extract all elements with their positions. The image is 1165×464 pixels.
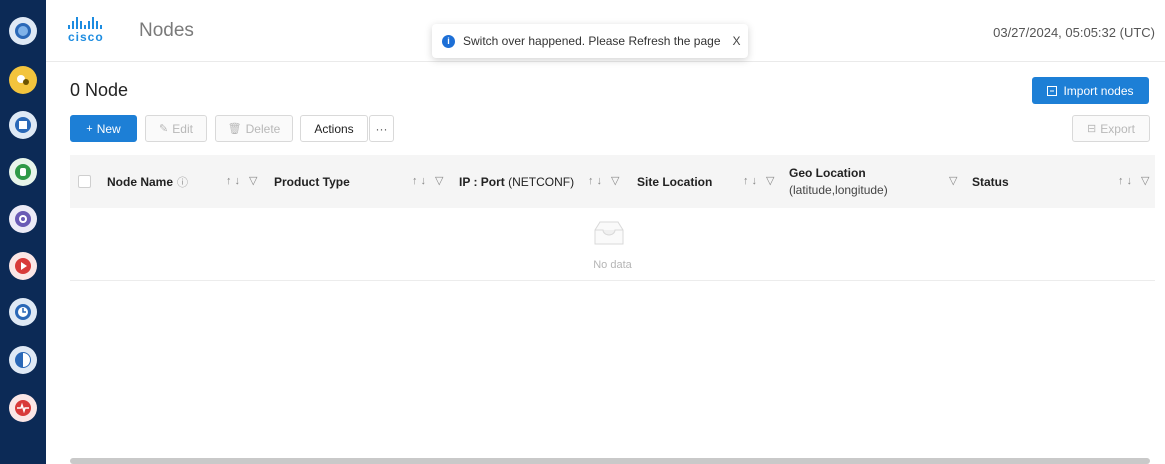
toast-message: Switch over happened. Please Refresh the… (463, 34, 721, 48)
import-nodes-button[interactable]: Import nodes (1032, 77, 1149, 104)
database-icon[interactable] (9, 158, 37, 186)
no-data-text: No data (593, 259, 632, 271)
column-ip-port: IP : Port (NETCONF) (459, 155, 574, 208)
site-location-header: Site Location (637, 174, 713, 189)
geo-location-filter-icon[interactable]: ▽ (949, 174, 960, 187)
node-name-header: Node Name (107, 174, 174, 189)
tools-icon[interactable] (9, 66, 37, 94)
new-button[interactable]: + New (70, 115, 137, 142)
column-node-name: Node Name ⓘ (107, 155, 188, 208)
actions-button[interactable]: Actions (300, 115, 368, 142)
toast-close-button[interactable]: X (733, 34, 741, 48)
cisco-logo-bars (68, 15, 122, 29)
globe-icon[interactable] (9, 17, 37, 45)
storage-icon[interactable] (9, 111, 37, 139)
search-gear-icon[interactable] (9, 205, 37, 233)
datetime-display: 03/27/2024, 05:05:32 (UTC) (993, 25, 1155, 40)
status-header: Status (972, 174, 1009, 189)
export-label: Export (1100, 121, 1135, 136)
more-button[interactable]: ··· (369, 115, 394, 142)
new-label: New (96, 121, 121, 136)
import-icon (1047, 85, 1058, 96)
geo-location-header: Geo Location (789, 166, 866, 180)
edit-button[interactable]: ✎ Edit (145, 115, 207, 142)
export-button[interactable]: ⊟ Export (1072, 115, 1150, 142)
export-icon: ⊟ (1087, 123, 1097, 135)
product-type-header: Product Type (274, 174, 350, 189)
horizontal-scrollbar[interactable] (70, 458, 1150, 464)
node-name-sort-filter-icon[interactable]: ↑↓ ▽ (226, 174, 261, 187)
ip-port-header: IP : Port (459, 174, 505, 189)
plus-icon: + (86, 122, 93, 135)
trash-icon: 🗑 (227, 123, 242, 135)
edit-label: Edit (172, 121, 193, 136)
clock-icon[interactable] (9, 298, 37, 326)
cisco-logo: cisco (68, 15, 122, 45)
nav-rail (0, 0, 46, 464)
info-icon: i (442, 34, 455, 48)
product-type-sort-filter-icon[interactable]: ↑↓ ▽ (412, 174, 447, 187)
ip-port-sort-filter-icon[interactable]: ↑↓ ▽ (588, 174, 623, 187)
geo-location-subheader: (latitude,longitude) (789, 183, 888, 197)
delete-label: Delete (245, 121, 281, 136)
empty-inbox-icon (594, 221, 624, 245)
page-title: Nodes (139, 20, 194, 41)
node-count: 0 Node (70, 80, 129, 100)
compass-icon[interactable] (9, 346, 37, 374)
table-empty-state: No data (70, 208, 1155, 281)
select-all-checkbox[interactable] (78, 175, 91, 188)
delete-button[interactable]: 🗑 Delete (215, 115, 293, 142)
ip-port-subheader: (NETCONF) (508, 174, 575, 189)
logo-text: cisco (68, 30, 104, 44)
site-location-sort-filter-icon[interactable]: ↑↓ ▽ (743, 174, 778, 187)
edit-icon: ✎ (159, 123, 169, 135)
info-circle-icon: ⓘ (177, 176, 189, 189)
notification-toast: i Switch over happened. Please Refresh t… (432, 24, 748, 58)
pulse-icon[interactable] (9, 394, 37, 422)
import-nodes-label: Import nodes (1063, 83, 1134, 98)
play-icon[interactable] (9, 252, 37, 280)
table-header: Node Name ⓘ ↑↓ ▽ Product Type ↑↓ ▽ IP : … (70, 155, 1155, 208)
column-geo-location: Geo Location (latitude,longitude) (789, 165, 888, 199)
status-sort-filter-icon[interactable]: ↑↓ ▽ (1118, 174, 1153, 187)
